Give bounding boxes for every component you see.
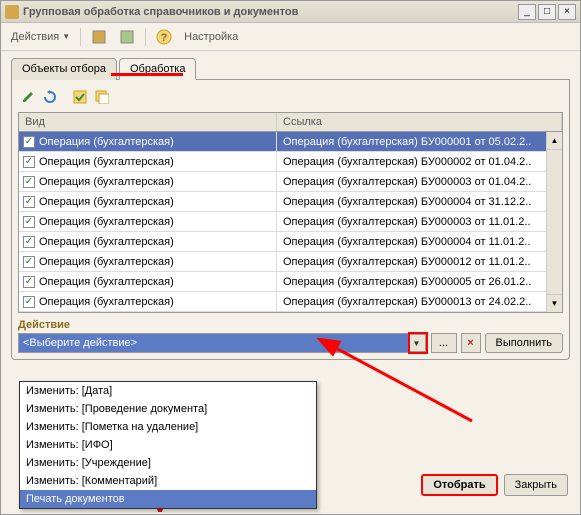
cell-vid: Операция (бухгалтерская) — [39, 276, 174, 288]
table-row[interactable]: ✓ Операция (бухгалтерская) Операция (бухга… — [19, 252, 546, 272]
close-window-button[interactable]: × — [558, 4, 576, 20]
dropdown-option[interactable]: Изменить: [Проведение документа] — [20, 400, 316, 418]
cell-link: Операция (бухгалтерская) БУ000004 от 31.… — [277, 192, 546, 211]
checkbox-icon[interactable]: ✓ — [23, 256, 35, 268]
cell-link: Операция (бухгалтерская) БУ000004 от 11.… — [277, 232, 546, 251]
dropdown-option[interactable]: Печать документов — [20, 490, 316, 508]
dropdown-button[interactable]: ▼ — [408, 334, 426, 352]
cell-link: Операция (бухгалтерская) БУ000005 от 26.… — [277, 272, 546, 291]
action-section: Действие <Выберите действие> ▼ ... × Вып… — [18, 319, 563, 353]
separator — [80, 28, 81, 46]
bottom-buttons: Отобрать Закрыть — [421, 474, 568, 496]
table-header: Вид Ссылка — [19, 113, 562, 132]
separator — [145, 28, 146, 46]
checkbox-icon[interactable]: ✓ — [23, 236, 35, 248]
checkbox-icon[interactable]: ✓ — [23, 296, 35, 308]
checkbox-icon[interactable]: ✓ — [23, 176, 35, 188]
cell-vid: Операция (бухгалтерская) — [39, 296, 174, 308]
dropdown-option[interactable]: Изменить: [Комментарий] — [20, 472, 316, 490]
actions-menu[interactable]: Действия ▼ — [7, 29, 74, 45]
red-underline-annotation — [111, 73, 183, 76]
cell-link: Операция (бухгалтерская) БУ000012 от 11.… — [277, 252, 546, 271]
table-body: ✓ Операция (бухгалтерская) Операция (бухга… — [19, 132, 546, 312]
column-link[interactable]: Ссылка — [277, 113, 562, 131]
cell-vid: Операция (бухгалтерская) — [39, 236, 174, 248]
cell-vid: Операция (бухгалтерская) — [39, 156, 174, 168]
checkbox-icon[interactable]: ✓ — [23, 136, 35, 148]
cell-link: Операция (бухгалтерская) БУ000013 от 24.… — [277, 292, 546, 311]
tab-strip: Объекты отбора Обработка — [11, 57, 570, 80]
refresh-icon[interactable] — [40, 88, 60, 106]
action-label: Действие — [18, 319, 563, 331]
cell-link: Операция (бухгалтерская) БУ000003 от 01.… — [277, 172, 546, 191]
table-row[interactable]: ✓ Операция (бухгалтерская) Операция (бухга… — [19, 212, 546, 232]
table-row[interactable]: ✓ Операция (бухгалтерская) Операция (бухга… — [19, 192, 546, 212]
chevron-down-icon: ▼ — [62, 32, 70, 41]
maximize-button[interactable]: □ — [538, 4, 556, 20]
minimize-button[interactable]: _ — [518, 4, 536, 20]
tab-body: Вид Ссылка ✓ Операция (бухгалтерская) Опер… — [11, 80, 570, 360]
cell-vid: Операция (бухгалтерская) — [39, 176, 174, 188]
titlebar: Групповая обработка справочников и докум… — [1, 1, 580, 23]
execute-button[interactable]: Выполнить — [485, 333, 563, 353]
checkbox-icon[interactable]: ✓ — [23, 156, 35, 168]
cell-vid: Операция (бухгалтерская) — [39, 216, 174, 228]
action-dropdown-list: Изменить: [Дата]Изменить: [Проведение до… — [19, 381, 317, 509]
svg-text:?: ? — [161, 32, 168, 44]
action-dropdown[interactable]: <Выберите действие> ▼ — [18, 333, 427, 353]
dropdown-option[interactable]: Изменить: [Учреждение] — [20, 454, 316, 472]
uncheck-all-icon[interactable] — [92, 88, 112, 106]
toolbar-icon-2[interactable] — [115, 27, 139, 47]
data-table: Вид Ссылка ✓ Операция (бухгалтерская) Опер… — [18, 112, 563, 313]
window-title: Групповая обработка справочников и докум… — [23, 6, 516, 18]
ellipsis-button[interactable]: ... — [431, 333, 457, 353]
cell-vid: Операция (бухгалтерская) — [39, 136, 174, 148]
content-area: Объекты отбора Обработка Вид Ссылка ✓ Опе… — [1, 51, 580, 366]
clear-button[interactable]: × — [461, 333, 481, 353]
cell-vid: Операция (бухгалтерская) — [39, 256, 174, 268]
check-all-icon[interactable] — [70, 88, 90, 106]
close-button[interactable]: Закрыть — [504, 474, 568, 496]
table-toolbar — [18, 86, 563, 112]
dropdown-option[interactable]: Изменить: [Дата] — [20, 382, 316, 400]
cell-link: Операция (бухгалтерская) БУ000002 от 01.… — [277, 152, 546, 171]
table-row[interactable]: ✓ Операция (бухгалтерская) Операция (бухга… — [19, 272, 546, 292]
table-row[interactable]: ✓ Операция (бухгалтерская) Операция (бухга… — [19, 232, 546, 252]
checkbox-icon[interactable]: ✓ — [23, 276, 35, 288]
dropdown-option[interactable]: Изменить: [ИФО] — [20, 436, 316, 454]
app-icon — [5, 5, 19, 19]
main-window: Групповая обработка справочников и докум… — [0, 0, 581, 515]
select-button[interactable]: Отобрать — [421, 474, 497, 496]
dropdown-option[interactable]: Изменить: [Пометка на удаление] — [20, 418, 316, 436]
main-toolbar: Действия ▼ ? Настройка — [1, 23, 580, 51]
edit-icon[interactable] — [18, 88, 38, 106]
table-row[interactable]: ✓ Операция (бухгалтерская) Операция (бухга… — [19, 172, 546, 192]
cell-link: Операция (бухгалтерская) БУ000001 от 05.… — [277, 132, 546, 151]
toolbar-icon-1[interactable] — [87, 27, 111, 47]
tab-processing[interactable]: Обработка — [119, 58, 196, 80]
table-row[interactable]: ✓ Операция (бухгалтерская) Операция (бухга… — [19, 292, 546, 312]
checkbox-icon[interactable]: ✓ — [23, 196, 35, 208]
cell-link: Операция (бухгалтерская) БУ000003 от 11.… — [277, 212, 546, 231]
settings-button[interactable]: Настройка — [180, 29, 242, 45]
help-button[interactable]: ? — [152, 27, 176, 47]
table-row[interactable]: ✓ Операция (бухгалтерская) Операция (бухга… — [19, 132, 546, 152]
column-vid[interactable]: Вид — [19, 113, 277, 131]
table-row[interactable]: ✓ Операция (бухгалтерская) Операция (бухга… — [19, 152, 546, 172]
cell-vid: Операция (бухгалтерская) — [39, 196, 174, 208]
vertical-scrollbar[interactable]: ▲ ▼ — [546, 132, 562, 312]
tab-objects[interactable]: Объекты отбора — [11, 58, 117, 80]
checkbox-icon[interactable]: ✓ — [23, 216, 35, 228]
